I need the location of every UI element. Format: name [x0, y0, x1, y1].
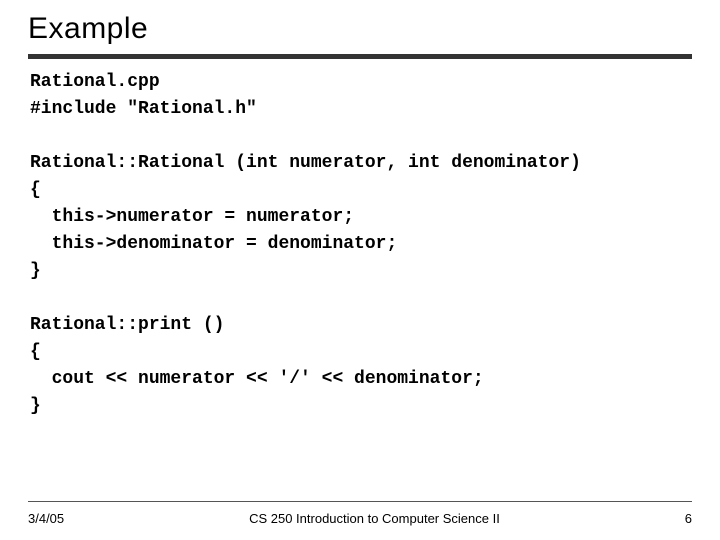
footer-page: 6: [685, 511, 692, 526]
footer-divider: [28, 501, 692, 502]
footer-date: 3/4/05: [28, 511, 64, 526]
title-underline: [28, 54, 692, 59]
slide-title: Example: [28, 8, 692, 52]
footer: 3/4/05 CS 250 Introduction to Computer S…: [28, 511, 692, 526]
footer-course: CS 250 Introduction to Computer Science …: [64, 511, 685, 526]
slide: Example Rational.cpp #include "Rational.…: [0, 0, 720, 540]
code-block: Rational.cpp #include "Rational.h" Ratio…: [28, 69, 692, 420]
